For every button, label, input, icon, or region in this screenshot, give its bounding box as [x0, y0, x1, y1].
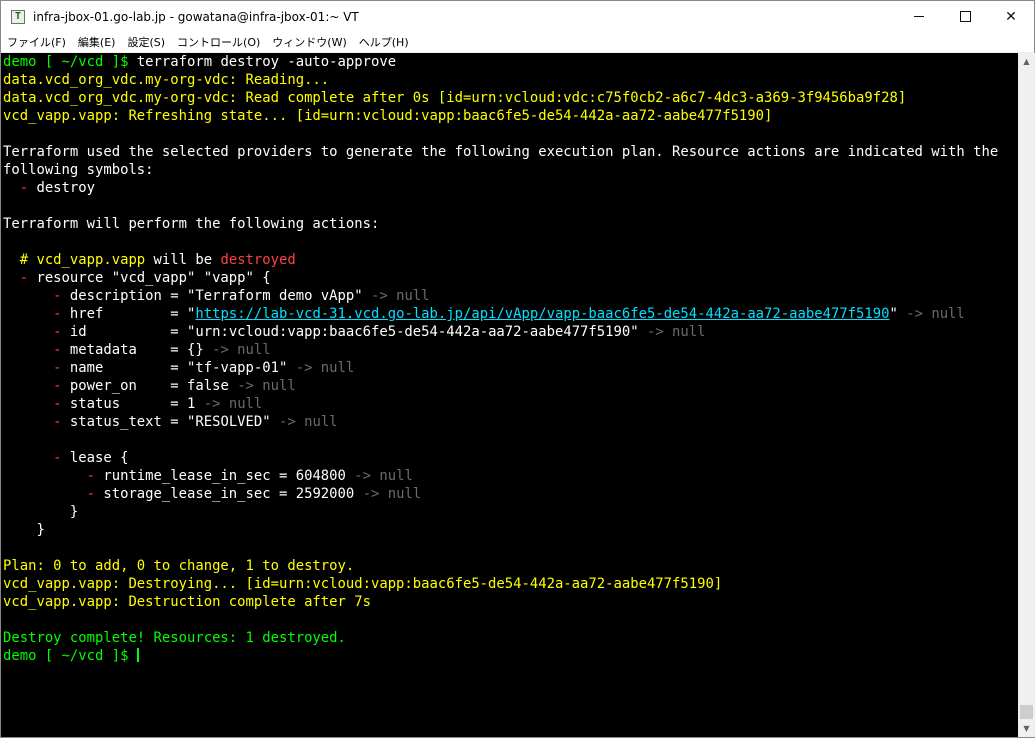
- action-destroyed: destroyed: [220, 252, 296, 268]
- lease-label: lease {: [69, 450, 129, 466]
- close-button[interactable]: ✕: [988, 1, 1034, 32]
- maximize-icon: [959, 11, 971, 22]
- null-arrow: -> null: [270, 414, 338, 430]
- terminal-window: T infra-jbox-01.go-lab.jp - gowatana@inf…: [0, 0, 1035, 738]
- menu-file[interactable]: ファイル(F): [1, 34, 72, 50]
- resource-block: resource "vcd_vapp" "vapp" {: [36, 270, 271, 286]
- closing-brace: }: [3, 504, 79, 520]
- minimize-button[interactable]: [896, 1, 942, 32]
- attr-line: - description = "Terraform demo vApp" ->…: [3, 288, 430, 304]
- attr-line: - power_on = false -> null: [3, 378, 296, 394]
- scroll-up-icon[interactable]: ▲: [1018, 53, 1035, 70]
- menu-help[interactable]: ヘルプ(H): [353, 34, 415, 50]
- attr-key: metadata: [69, 342, 162, 358]
- attr-line: - id = "urn:vcloud:vapp:baac6fe5-de54-44…: [3, 324, 706, 340]
- null-arrow: -> null: [228, 378, 296, 394]
- minimize-icon: [914, 16, 924, 17]
- resource-address: vcd_vapp.vapp: [36, 252, 146, 268]
- attr-key: status: [69, 396, 162, 412]
- attr-key: id: [69, 324, 162, 340]
- destroy-symbol: -: [3, 270, 37, 286]
- null-arrow: -> null: [638, 324, 706, 340]
- plan-summary: Plan: 0 to add, 0 to change, 1 to destro…: [3, 558, 355, 574]
- lease-block-line: - lease {: [3, 449, 128, 467]
- text-cursor: [136, 648, 139, 662]
- vertical-scrollbar[interactable]: ▲ ▼: [1018, 53, 1035, 737]
- teraterm-app-icon[interactable]: T: [11, 9, 25, 24]
- null-arrow: -> null: [354, 486, 422, 502]
- output-line: data.vcd_org_vdc.my-org-vdc: Reading...: [3, 72, 330, 88]
- attr-value: 604800: [295, 468, 346, 484]
- window-title: infra-jbox-01.go-lab.jp - gowatana@infra…: [33, 9, 359, 24]
- scroll-down-icon[interactable]: ▼: [1018, 720, 1035, 737]
- null-arrow: -> null: [345, 468, 413, 484]
- attr-line: - runtime_lease_in_sec = 604800 -> null: [3, 468, 413, 484]
- output-line: Terraform will perform the following act…: [3, 216, 380, 232]
- attr-key: description: [69, 288, 162, 304]
- attr-line: - name = "tf-vapp-01" -> null: [3, 360, 355, 376]
- destroy-symbol: -: [3, 450, 70, 466]
- attr-value: "RESOLVED": [187, 414, 271, 430]
- terminal-output[interactable]: demo [ ~/vcd ]$ terraform destroy -auto-…: [1, 53, 1018, 737]
- output-line: vcd_vapp.vapp: Destruction complete afte…: [3, 594, 371, 610]
- symbol-label: destroy: [36, 180, 95, 196]
- title-bar[interactable]: T infra-jbox-01.go-lab.jp - gowatana@inf…: [1, 1, 1034, 32]
- attr-value: "Terraform demo vApp": [187, 288, 363, 304]
- scroll-thumb[interactable]: [1020, 705, 1033, 719]
- null-arrow: -> null: [195, 396, 263, 412]
- command-line: demo [ ~/vcd ]$ terraform destroy -auto-…: [3, 53, 396, 71]
- shell-prompt: demo [ ~/vcd ]$: [3, 54, 129, 70]
- output-line: - destroy: [3, 179, 95, 197]
- output-line: following symbols:: [3, 162, 154, 178]
- attr-line: - status = 1 -> null: [3, 396, 263, 412]
- window-controls: ✕: [896, 1, 1034, 32]
- output-line: data.vcd_org_vdc.my-org-vdc: Read comple…: [3, 90, 907, 106]
- action-text: will be: [145, 252, 221, 268]
- href-link[interactable]: https://lab-vcd-31.vcd.go-lab.jp/api/vAp…: [195, 306, 889, 322]
- attr-key: storage_lease_in_sec: [103, 486, 271, 502]
- output-line: - resource "vcd_vapp" "vapp" {: [3, 269, 271, 287]
- attr-line: - href = "https://lab-vcd-31.vcd.go-lab.…: [3, 306, 965, 322]
- menu-setup[interactable]: 設定(S): [121, 34, 171, 50]
- attr-line: - storage_lease_in_sec = 2592000 -> null: [3, 486, 422, 502]
- output-line: Terraform used the selected providers to…: [3, 144, 999, 160]
- attr-value: "urn:vcloud:vapp:baac6fe5-de54-442a-aa72…: [187, 324, 639, 340]
- closing-brace: }: [3, 522, 45, 538]
- close-icon: ✕: [1005, 8, 1017, 25]
- shell-prompt: demo [ ~/vcd ]$: [3, 648, 129, 664]
- destroy-symbol: -: [3, 180, 37, 196]
- output-line: vcd_vapp.vapp: Refreshing state... [id=u…: [3, 108, 773, 124]
- menu-control[interactable]: コントロール(O): [171, 34, 266, 50]
- menu-edit[interactable]: 編集(E): [72, 34, 122, 50]
- attr-value: {}: [187, 342, 204, 358]
- menu-bar: ファイル(F) 編集(E) 設定(S) コントロール(O) ウィンドウ(W) ヘ…: [1, 32, 1034, 53]
- null-arrow: -> null: [362, 288, 430, 304]
- attr-key: power_on: [69, 378, 162, 394]
- attr-line: - status_text = "RESOLVED" -> null: [3, 414, 338, 430]
- final-prompt-line: demo [ ~/vcd ]$: [3, 647, 139, 665]
- menu-window[interactable]: ウィンドウ(W): [266, 34, 352, 50]
- null-arrow: -> null: [897, 306, 965, 322]
- shell-command: terraform destroy -auto-approve: [128, 54, 397, 70]
- attr-value: "tf-vapp-01": [187, 360, 288, 376]
- attr-value: false: [187, 378, 229, 394]
- attr-value: 2592000: [295, 486, 355, 502]
- attr-key: name: [69, 360, 162, 376]
- attr-line: - metadata = {} -> null: [3, 342, 271, 358]
- maximize-button[interactable]: [942, 1, 988, 32]
- attr-key: status_text: [69, 414, 162, 430]
- null-arrow: -> null: [287, 360, 355, 376]
- comment-hash: #: [3, 252, 37, 268]
- destroy-complete-message: Destroy complete! Resources: 1 destroyed…: [3, 630, 346, 646]
- output-line: vcd_vapp.vapp: Destroying... [id=urn:vcl…: [3, 576, 723, 592]
- attr-key: href: [69, 306, 162, 322]
- output-line: # vcd_vapp.vapp will be destroyed: [3, 251, 296, 269]
- attr-key: runtime_lease_in_sec: [103, 468, 271, 484]
- null-arrow: -> null: [203, 342, 271, 358]
